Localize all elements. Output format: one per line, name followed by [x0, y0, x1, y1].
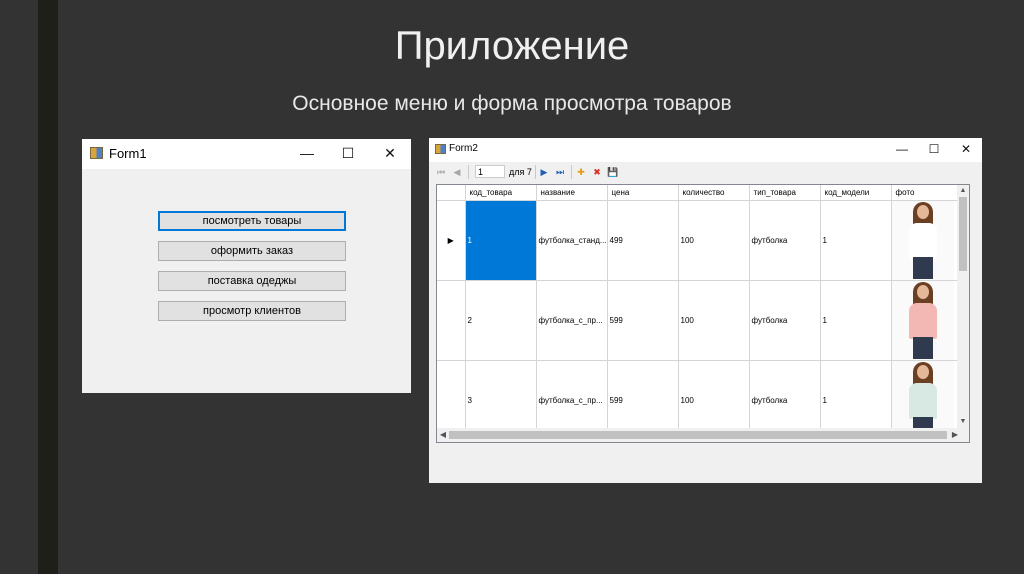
cell-product-code[interactable]: 1 — [465, 200, 537, 281]
clothing-supply-button[interactable]: поставка одеджы — [158, 271, 346, 291]
column-header-price[interactable]: цена — [607, 185, 679, 201]
move-next-icon[interactable]: ▶ — [538, 166, 550, 178]
scroll-right-icon[interactable]: ▶ — [949, 429, 961, 441]
column-header-photo[interactable]: фото — [891, 185, 958, 201]
horizontal-scrollbar[interactable]: ◀ ▶ — [437, 428, 969, 442]
grid-header-row: код_товара название цена количество тип_… — [437, 185, 958, 201]
cell-name[interactable]: футболка_с_пр... — [536, 280, 608, 361]
cell-quantity[interactable]: 100 — [678, 200, 750, 281]
form1-window: Form1 — ☐ ✕ посмотреть товары оформить з… — [82, 139, 411, 393]
column-header-product-type[interactable]: тип_товара — [749, 185, 821, 201]
cell-quantity[interactable]: 100 — [678, 280, 750, 361]
vertical-scroll-thumb[interactable] — [959, 197, 967, 271]
column-header-product-code[interactable]: код_товара — [465, 185, 537, 201]
move-first-icon[interactable]: ⏮ — [435, 166, 447, 178]
cell-model-code[interactable]: 1 — [820, 200, 892, 281]
toolbar-separator — [571, 165, 572, 179]
save-icon[interactable]: 💾 — [607, 166, 619, 178]
table-row[interactable]: 2 футболка_с_пр... 599 100 футболка 1 — [437, 280, 958, 361]
slide-left-accent-bar — [38, 0, 58, 574]
scroll-up-icon[interactable]: ▲ — [957, 185, 969, 197]
column-header-name[interactable]: название — [536, 185, 608, 201]
current-row-indicator[interactable]: ▶ — [437, 200, 466, 281]
form1-titlebar[interactable]: Form1 — ☐ ✕ — [82, 139, 411, 169]
scroll-left-icon[interactable]: ◀ — [437, 429, 449, 441]
scroll-down-icon[interactable]: ▼ — [957, 416, 969, 428]
column-header-quantity[interactable]: количество — [678, 185, 750, 201]
row-header-corner — [437, 185, 466, 201]
grid-table: код_товара название цена количество тип_… — [437, 185, 958, 441]
row-header[interactable] — [437, 280, 466, 361]
add-new-icon[interactable]: ✚ — [575, 166, 587, 178]
slide-subtitle: Основное меню и форма просмотра товаров — [292, 92, 732, 115]
app-icon — [435, 144, 446, 154]
maximize-icon[interactable]: ☐ — [917, 138, 951, 160]
place-order-button[interactable]: оформить заказ — [158, 241, 346, 261]
cell-photo[interactable] — [891, 280, 958, 361]
toolbar-separator — [535, 165, 536, 179]
app-icon — [90, 147, 103, 159]
slide-title: Приложение — [394, 24, 630, 68]
product-photo — [891, 281, 954, 360]
move-last-icon[interactable]: ⏭ — [554, 166, 566, 178]
form2-titlebar[interactable]: Form2 — ☐ ✕ — [429, 138, 982, 162]
view-clients-button[interactable]: просмотр клиентов — [158, 301, 346, 321]
position-field[interactable]: 1 — [475, 165, 505, 178]
cell-photo[interactable] — [891, 200, 958, 281]
cell-product-type[interactable]: футболка — [749, 200, 821, 281]
binding-navigator: ⏮ ◀ 1 для 7 ▶ ⏭ ✚ ✖ 💾 — [429, 162, 982, 182]
view-products-button[interactable]: посмотреть товары — [158, 211, 346, 231]
table-row[interactable]: ▶ 1 футболка_станд... 499 100 футболка 1 — [437, 200, 958, 281]
move-previous-icon[interactable]: ◀ — [451, 166, 463, 178]
form1-title: Form1 — [109, 146, 147, 161]
form2-window: Form2 — ☐ ✕ ⏮ ◀ 1 для 7 ▶ ⏭ ✚ ✖ 💾 код_то… — [429, 138, 982, 483]
form2-title: Form2 — [449, 143, 478, 154]
vertical-scrollbar[interactable]: ▲ ▼ — [957, 185, 969, 428]
minimize-icon[interactable]: — — [287, 141, 327, 165]
product-photo — [891, 201, 954, 280]
horizontal-scroll-thumb[interactable] — [449, 431, 947, 439]
cell-product-code[interactable]: 2 — [465, 280, 537, 361]
cell-product-type[interactable]: футболка — [749, 280, 821, 361]
close-icon[interactable]: ✕ — [370, 141, 410, 165]
cell-price[interactable]: 599 — [607, 280, 679, 361]
cell-model-code[interactable]: 1 — [820, 280, 892, 361]
maximize-icon[interactable]: ☐ — [328, 141, 368, 165]
toolbar-separator — [468, 165, 469, 179]
delete-icon[interactable]: ✖ — [591, 166, 603, 178]
cell-price[interactable]: 499 — [607, 200, 679, 281]
products-data-grid[interactable]: код_товара название цена количество тип_… — [436, 184, 970, 443]
record-count-label: для 7 — [509, 167, 532, 177]
column-header-model-code[interactable]: код_модели — [820, 185, 892, 201]
minimize-icon[interactable]: — — [885, 138, 919, 160]
cell-name[interactable]: футболка_станд... — [536, 200, 608, 281]
close-icon[interactable]: ✕ — [949, 138, 982, 160]
